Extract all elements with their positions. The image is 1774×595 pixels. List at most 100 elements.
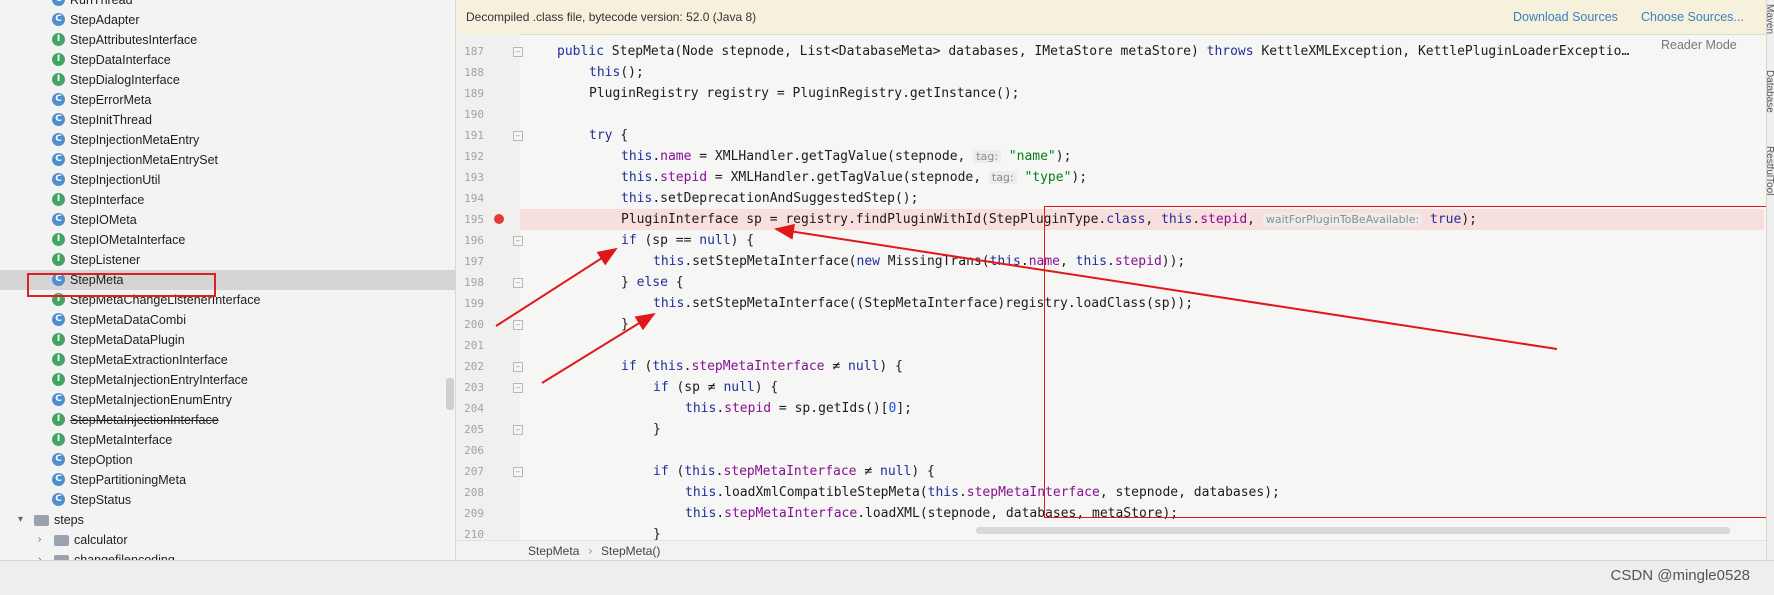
tree-scrollbar[interactable]: [446, 378, 454, 410]
class-icon: C: [52, 453, 65, 466]
tree-item[interactable]: I StepMetaInterface: [0, 430, 455, 450]
tree-item[interactable]: C StepMetaDataCombi: [0, 310, 455, 330]
tree-item-label: StepDialogInterface: [70, 73, 180, 87]
code-line-196: if (sp == null) {: [621, 233, 755, 248]
line-number: 208: [464, 486, 484, 499]
tree-folder-label: changefilencoding: [74, 553, 175, 560]
restfultool-tab[interactable]: RestfulTool: [1767, 146, 1774, 195]
tree-item[interactable]: C StepAdapter: [0, 10, 455, 30]
tree-item[interactable]: I StepDialogInterface: [0, 70, 455, 90]
tree-folder[interactable]: ▾ steps: [0, 510, 455, 530]
class-icon: C: [52, 173, 65, 186]
line-number: 202: [464, 360, 484, 373]
tree-item[interactable]: C StepInjectionMetaEntry: [0, 130, 455, 150]
tree-item[interactable]: I StepMetaInjectionInterface: [0, 410, 455, 430]
tree-item[interactable]: I StepAttributesInterface: [0, 30, 455, 50]
reader-mode-button[interactable]: Reader Mode: [1661, 38, 1737, 52]
fold-icon[interactable]: −: [513, 362, 523, 372]
class-icon: C: [52, 13, 65, 26]
interface-icon: I: [52, 333, 65, 346]
horizontal-scrollbar[interactable]: [976, 527, 1730, 534]
database-tab[interactable]: Database: [1767, 70, 1774, 113]
tree-folder[interactable]: › changefilencoding: [0, 550, 455, 560]
line-number: 189: [464, 87, 484, 100]
project-tree: C RunThread C StepAdapter I StepAttributesInt…: [0, 0, 456, 560]
code-line-198: } else {: [621, 275, 684, 290]
interface-icon: I: [52, 73, 65, 86]
tree-item[interactable]: I StepListener: [0, 250, 455, 270]
breakpoint-icon[interactable]: [494, 214, 504, 224]
line-number: 191: [464, 129, 484, 142]
interface-icon: I: [52, 193, 65, 206]
tree-folder-label: steps: [54, 513, 84, 527]
interface-icon: I: [52, 33, 65, 46]
tree-item[interactable]: C StepIOMeta: [0, 210, 455, 230]
tree-item[interactable]: C StepOption: [0, 450, 455, 470]
tree-item-label: RunThread: [70, 0, 133, 7]
tree-item-label: StepOption: [70, 453, 133, 467]
tree-item[interactable]: C StepErrorMeta: [0, 90, 455, 110]
line-number: 199: [464, 297, 484, 310]
line-number: 203: [464, 381, 484, 394]
fold-icon[interactable]: −: [513, 47, 523, 57]
tree-item-label: StepMetaInterface: [70, 433, 173, 447]
chevron-right-icon[interactable]: ›: [38, 550, 41, 560]
tree-item[interactable]: I StepDataInterface: [0, 50, 455, 70]
tree-item-label: StepMetaInjectionInterface: [70, 413, 219, 427]
status-bar: CSDN @mingle0528: [0, 560, 1774, 595]
tree-item-label: StepMetaInjectionEntryInterface: [70, 373, 248, 387]
choose-sources-link[interactable]: Choose Sources...: [1641, 10, 1744, 24]
interface-icon: I: [52, 373, 65, 386]
fold-icon[interactable]: −: [513, 131, 523, 141]
tree-item[interactable]: C StepInjectionUtil: [0, 170, 455, 190]
interface-icon: I: [52, 413, 65, 426]
tree-item[interactable]: C RunThread: [0, 0, 455, 10]
chevron-right-icon[interactable]: ›: [38, 530, 41, 550]
tree-item[interactable]: C StepMetaInjectionEnumEntry: [0, 390, 455, 410]
tree-item[interactable]: I StepMetaDataPlugin: [0, 330, 455, 350]
chevron-down-icon[interactable]: ▾: [18, 510, 23, 530]
download-sources-link[interactable]: Download Sources: [1513, 10, 1618, 24]
breadcrumb-method[interactable]: StepMeta(): [601, 544, 660, 558]
folder-icon: [54, 535, 69, 546]
code-line-194: this.setDeprecationAndSuggestedStep();: [621, 191, 919, 206]
tree-item-label: StepInjectionMetaEntrySet: [70, 153, 218, 167]
folder-icon: [34, 515, 49, 526]
code-line-210: }: [653, 527, 661, 540]
fold-icon[interactable]: −: [513, 320, 523, 330]
line-number: 207: [464, 465, 484, 478]
code-annotation-box: [1044, 206, 1766, 518]
tree-item[interactable]: I StepInterface: [0, 190, 455, 210]
tree-item-label: StepInitThread: [70, 113, 152, 127]
class-icon: C: [52, 0, 65, 6]
tree-item[interactable]: C StepStatus: [0, 490, 455, 510]
tree-item-label: StepListener: [70, 253, 141, 267]
breadcrumb-class[interactable]: StepMeta: [528, 544, 579, 558]
tree-item[interactable]: C StepInitThread: [0, 110, 455, 130]
tree-item[interactable]: I StepIOMetaInterface: [0, 230, 455, 250]
line-number: 200: [464, 318, 484, 331]
fold-icon[interactable]: −: [513, 467, 523, 477]
line-number: 193: [464, 171, 484, 184]
param-hint: tag:: [973, 150, 1001, 163]
code-line-202: if (this.stepMetaInterface ≠ null) {: [621, 359, 903, 374]
fold-icon[interactable]: −: [513, 236, 523, 246]
fold-icon[interactable]: −: [513, 278, 523, 288]
tree-item[interactable]: C StepInjectionMetaEntrySet: [0, 150, 455, 170]
tree-folder[interactable]: › calculator: [0, 530, 455, 550]
breadcrumb: StepMeta › StepMeta(): [456, 540, 1766, 561]
line-gutter[interactable]: 187 188 189 190 191 192 193 194 195 196 197 198 199 2…: [456, 34, 523, 540]
code-line-188: this();: [589, 65, 644, 80]
interface-icon: I: [52, 353, 65, 366]
selection-annotation-box: [27, 273, 216, 297]
fold-icon[interactable]: −: [513, 425, 523, 435]
maven-tab[interactable]: Maven: [1767, 4, 1774, 34]
tree-item[interactable]: I StepMetaInjectionEntryInterface: [0, 370, 455, 390]
tree-item[interactable]: C StepPartitioningMeta: [0, 470, 455, 490]
code-line-200: }: [621, 317, 629, 332]
tree-item-label: StepIOMetaInterface: [70, 233, 186, 247]
tree-item[interactable]: I StepMetaExtractionInterface: [0, 350, 455, 370]
tree-item-label: StepInterface: [70, 193, 145, 207]
fold-icon[interactable]: −: [513, 383, 523, 393]
banner-text: Decompiled .class file, bytecode version…: [466, 10, 757, 24]
